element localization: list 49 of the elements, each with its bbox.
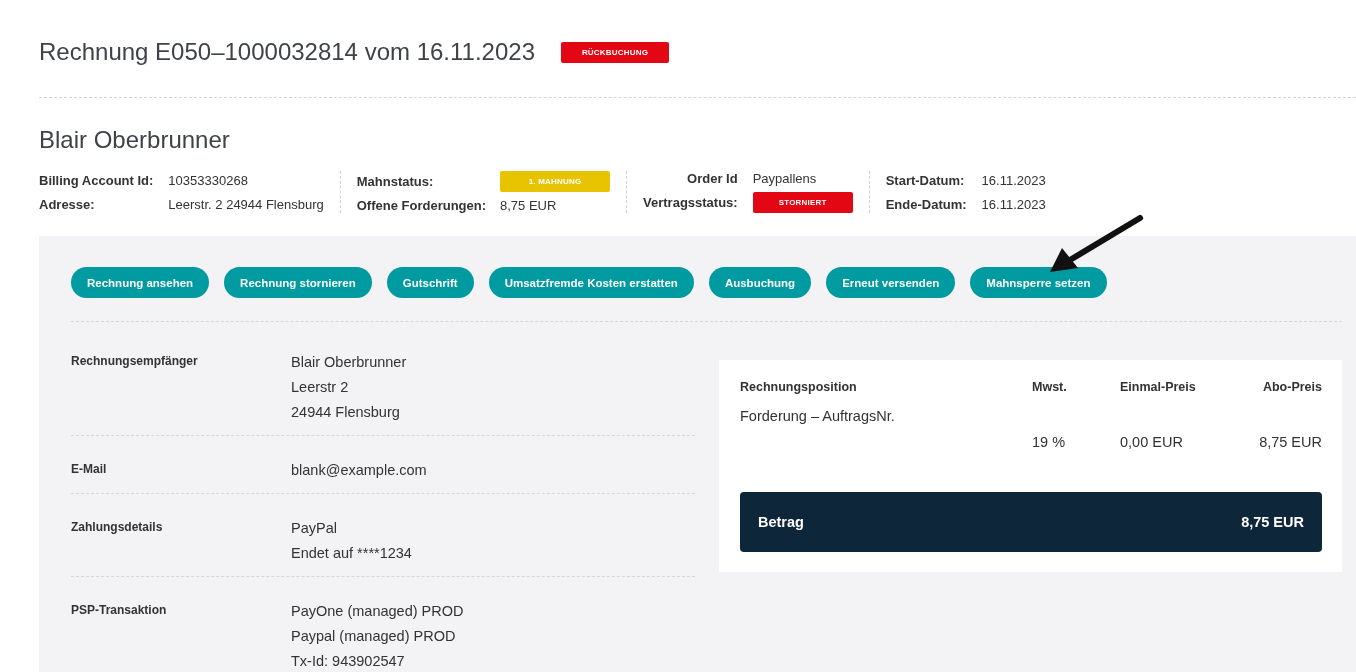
column-header: Rechnungsposition <box>740 380 858 394</box>
field-label: Billing Account Id: <box>39 172 154 188</box>
detail-value: Endet auf ****1234 <box>291 544 412 563</box>
status-badge: STORNIERT <box>752 192 853 213</box>
invoice-title: Rechnung E050–1000032814 vom 16.11.2023 <box>39 38 535 66</box>
status-badge: RÜCKBUCHUNG <box>561 41 669 63</box>
field-value: 16.11.2023 <box>981 196 1046 212</box>
column-header: Einmal-Preis <box>1120 380 1197 394</box>
field-label: Order Id <box>686 171 738 186</box>
status-badge: 1. MAHNUNG <box>500 171 610 192</box>
detail-value: Leerstr 2 <box>291 378 350 397</box>
detail-value: 24944 Flensburg <box>291 403 401 422</box>
field-label: Vertragsstatus: <box>643 195 738 210</box>
table-cell-text: 0,00 EUR <box>1120 434 1184 450</box>
column-header: Mwst. <box>1032 380 1068 394</box>
action-button[interactable]: Gutschrift <box>386 267 474 298</box>
field-value: Paypallens <box>752 171 818 186</box>
detail-label: Rechnungsempfänger <box>71 353 199 370</box>
field-label: Offene Forderungen: <box>356 198 486 213</box>
field-label: Mahnstatus: <box>356 174 435 189</box>
field-label: Ende-Datum: <box>885 196 967 212</box>
detail-value: Tx-Id: 943902547 <box>291 652 406 671</box>
total-value: 8,75 EUR <box>1241 514 1304 530</box>
table-cell-text: Forderung – AuftragsNr. <box>740 408 896 426</box>
table-cell-text: 8,75 EUR <box>1258 434 1322 450</box>
action-button[interactable]: Ausbuchung <box>708 267 812 298</box>
detail-label: PSP-Transaktion <box>71 602 168 619</box>
detail-value: Paypal (managed) PROD <box>291 627 457 646</box>
column-header: Abo-Preis <box>1261 380 1322 394</box>
field-value: Leerstr. 2 24944 Flensburg <box>168 196 324 212</box>
field-label: Start-Datum: <box>885 172 966 188</box>
action-button[interactable]: Mahnsperre setzen <box>970 267 1107 298</box>
table-cell-text: 19 % <box>1032 434 1067 450</box>
field-label: Adresse: <box>39 196 96 212</box>
detail-label: Zahlungsdetails <box>71 519 164 536</box>
customer-name: Blair Oberbrunner <box>39 126 231 154</box>
action-button[interactable]: Erneut versenden <box>826 267 956 298</box>
action-button[interactable]: Rechnung stornieren <box>224 267 372 298</box>
detail-label: E-Mail <box>71 461 108 478</box>
detail-value: Blair Oberbrunner <box>291 353 407 372</box>
detail-value: blank@example.com <box>291 461 427 480</box>
detail-value: PayPal <box>291 519 338 538</box>
field-value: 8,75 EUR <box>500 198 558 213</box>
field-value: 16.11.2023 <box>981 172 1046 188</box>
total-label: Betrag <box>758 514 804 530</box>
detail-value: PayOne (managed) PROD <box>291 602 464 621</box>
action-button[interactable]: Umsatzfremde Kosten erstatten <box>488 267 694 298</box>
field-value: 10353330268 <box>168 172 249 188</box>
action-button[interactable]: Rechnung ansehen <box>71 267 210 298</box>
